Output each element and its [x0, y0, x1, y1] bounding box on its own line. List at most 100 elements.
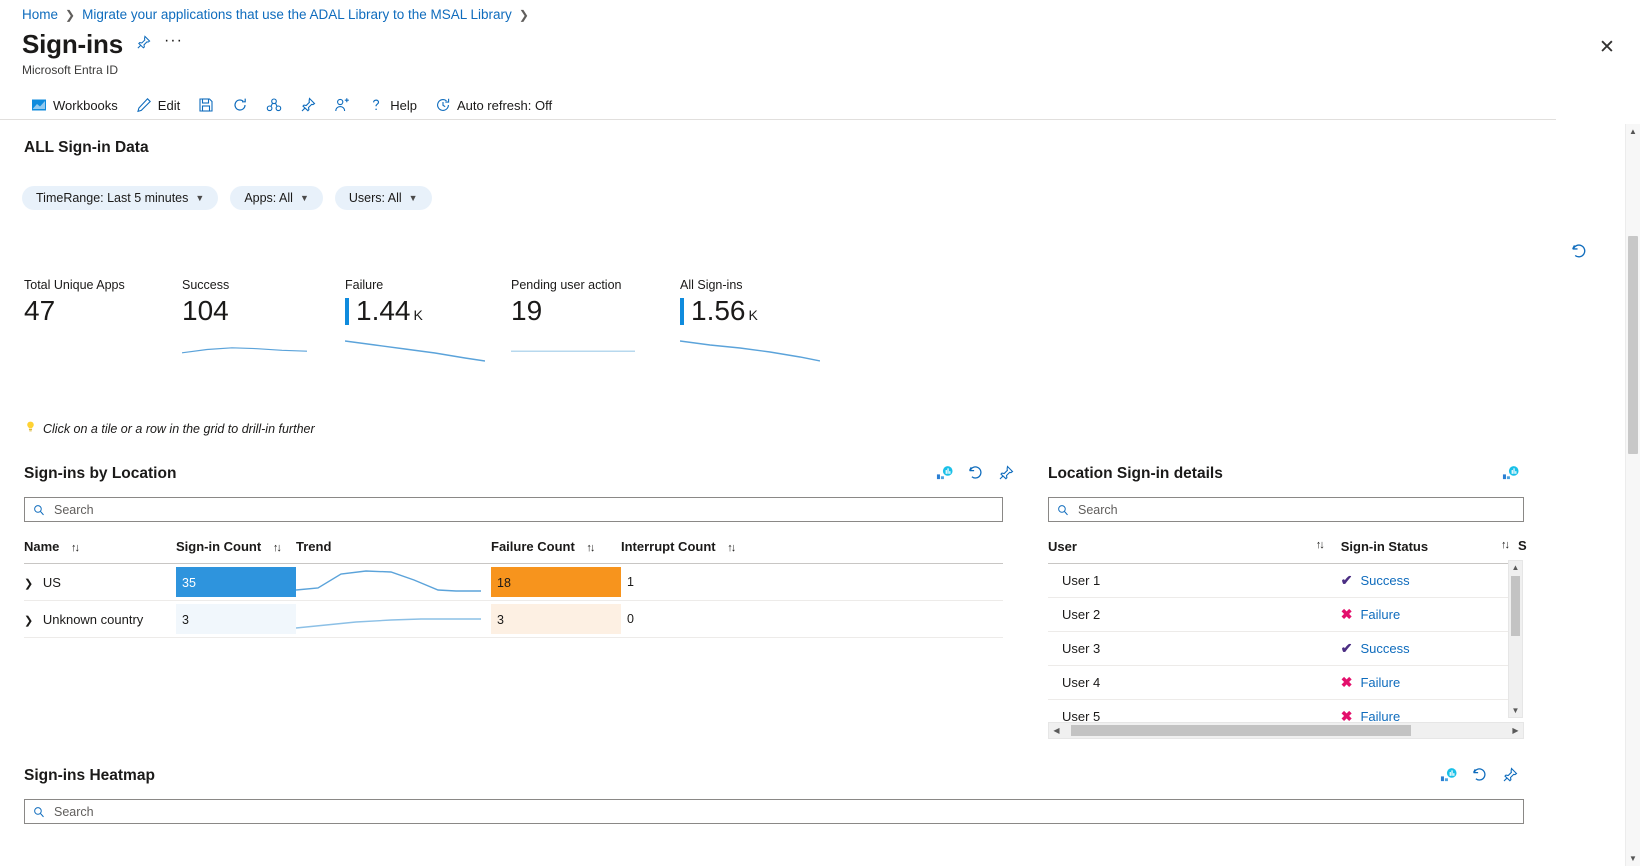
heatmap-search-box[interactable] [24, 799, 1524, 824]
details-vertical-scrollbar[interactable]: ▲ ▼ [1508, 560, 1523, 718]
expand-icon[interactable]: ❯ [24, 577, 33, 590]
sort-icon[interactable]: ↑↓ [71, 542, 80, 554]
command-bar: Workbooks Edit Help Auto refresh: Off [22, 90, 1628, 120]
metric-tile-success[interactable]: Success 104 [182, 278, 345, 354]
col-user[interactable]: User ↑↓ [1048, 531, 1341, 564]
page-vertical-scrollbar[interactable]: ▲ ▼ [1625, 124, 1640, 866]
check-icon: ✔ [1340, 640, 1353, 656]
scroll-down-arrow-icon[interactable]: ▼ [1509, 704, 1522, 717]
status-label[interactable]: Failure [1360, 675, 1400, 690]
col-signin-count[interactable]: Sign-in Count ↑↓ [176, 531, 296, 564]
details-grid-header: User ↑↓ Sign-in Status ↑↓ [1048, 531, 1510, 564]
chart-icon[interactable] [1502, 464, 1519, 481]
table-row[interactable]: User 3 ✔ Success [1048, 631, 1508, 666]
page-scroll-up-arrow-icon[interactable]: ▲ [1626, 124, 1640, 139]
share-with-user-button[interactable] [325, 93, 359, 117]
metric-value: 104 [182, 295, 229, 326]
metric-tile-failure[interactable]: Failure 1.44 K [345, 278, 511, 362]
scroll-up-arrow-icon[interactable]: ▲ [1509, 561, 1522, 574]
undo-icon[interactable] [1471, 766, 1488, 783]
more-options-button[interactable]: ··· [164, 33, 183, 56]
metric-tile-pending-user-action[interactable]: Pending user action 19 [511, 278, 680, 352]
scroll-left-arrow-icon[interactable]: ◀ [1049, 726, 1064, 735]
details-panel-icons [1502, 464, 1519, 481]
reset-filters-icon[interactable] [1570, 242, 1588, 265]
sort-icon[interactable]: ↑↓ [273, 542, 282, 554]
heatmap-search-input[interactable] [52, 803, 1515, 820]
cell-name[interactable]: ❯ US [24, 563, 176, 601]
col-signin-status[interactable]: Sign-in Status ↑↓ [1340, 531, 1510, 564]
refresh-button[interactable] [223, 93, 257, 117]
page-scroll-thumb[interactable] [1628, 236, 1638, 454]
metric-tile-all-sign-ins[interactable]: All Sign-ins 1.56 K [680, 278, 840, 362]
horizontal-scroll-thumb[interactable] [1071, 725, 1411, 736]
sort-icon[interactable]: ↑↓ [1501, 539, 1510, 551]
sign-ins-workbook-page: Home ❯ Migrate your applications that us… [0, 0, 1640, 866]
save-button[interactable] [189, 93, 223, 117]
edit-button[interactable]: Edit [127, 93, 189, 117]
chart-icon[interactable] [936, 464, 953, 481]
help-label: Help [390, 97, 417, 113]
help-button[interactable]: Help [359, 93, 426, 117]
details-search-box[interactable] [1048, 497, 1524, 522]
sort-icon[interactable]: ↑↓ [586, 542, 595, 554]
users-filter[interactable]: Users: All ▼ [334, 186, 432, 210]
col-name[interactable]: Name ↑↓ [24, 531, 176, 564]
pin-icon[interactable] [136, 35, 151, 54]
cell-name[interactable]: ❯ Unknown country [24, 600, 176, 638]
pin-icon[interactable] [998, 464, 1014, 481]
trend-sparkline [295, 618, 481, 629]
col-signin-count-label: Sign-in Count [176, 539, 262, 554]
page-title-row: Sign-ins ··· [22, 29, 183, 60]
pin-button[interactable] [291, 93, 325, 117]
sort-icon[interactable]: ↑↓ [727, 542, 736, 554]
location-search-box[interactable] [24, 497, 1003, 522]
breadcrumb-separator-icon: ❯ [65, 7, 76, 22]
col-failure-count[interactable]: Failure Count ↑↓ [491, 531, 621, 564]
details-horizontal-scrollbar[interactable]: ◀ ▶ [1048, 722, 1524, 739]
breadcrumb-current[interactable]: Migrate your applications that use the A… [82, 7, 512, 22]
expand-icon[interactable]: ❯ [24, 614, 33, 627]
col-user-label: User [1048, 539, 1077, 554]
col-interrupt-count[interactable]: Interrupt Count ↑↓ [621, 531, 1003, 564]
cell-user: User 3 [1048, 631, 1341, 666]
apps-filter[interactable]: Apps: All ▼ [230, 186, 323, 210]
table-row[interactable]: User 1 ✔ Success [1048, 563, 1508, 598]
sparkline-failure [345, 340, 485, 362]
table-row[interactable]: ❯ Unknown country 3 3 0 [24, 600, 1003, 638]
undo-icon[interactable] [967, 464, 984, 481]
search-icon [1057, 504, 1069, 516]
breadcrumb-home[interactable]: Home [22, 7, 58, 22]
cell-trend [295, 600, 491, 638]
metric-value: 1.44 [356, 295, 411, 326]
sort-icon[interactable]: ↑↓ [1316, 539, 1325, 551]
time-range-filter[interactable]: TimeRange: Last 5 minutes ▼ [22, 186, 219, 210]
cell-signin-status: ✔ Success [1340, 563, 1508, 598]
share-button[interactable] [257, 93, 291, 117]
chart-icon[interactable] [1440, 766, 1457, 783]
status-label[interactable]: Success [1360, 573, 1409, 588]
status-label[interactable]: Success [1360, 641, 1409, 656]
auto-refresh-button[interactable]: Auto refresh: Off [426, 93, 561, 117]
page-scroll-down-arrow-icon[interactable]: ▼ [1626, 851, 1640, 866]
table-row[interactable]: User 2 ✖ Failure [1048, 597, 1508, 632]
cell-user: User 2 [1048, 597, 1341, 632]
table-row[interactable]: User 4 ✖ Failure [1048, 665, 1508, 700]
details-search-input[interactable] [1076, 501, 1515, 518]
pin-icon[interactable] [1502, 766, 1518, 783]
table-row[interactable]: ❯ US 35 18 1 [24, 563, 1003, 601]
close-icon[interactable]: ✕ [1596, 37, 1618, 59]
status-label[interactable]: Failure [1360, 607, 1400, 622]
drill-in-hint: Click on a tile or a row in the grid to … [24, 420, 315, 437]
metric-label: Pending user action [511, 278, 622, 292]
metric-value: 1.56 [691, 295, 746, 326]
clock-icon [435, 97, 451, 113]
section-title: ALL Sign-in Data [24, 139, 149, 156]
workbooks-button[interactable]: Workbooks [22, 93, 127, 117]
location-search-input[interactable] [52, 501, 994, 518]
cell-interrupt-count: 0 [621, 600, 1003, 638]
vertical-scroll-thumb[interactable] [1511, 576, 1520, 636]
scroll-right-arrow-icon[interactable]: ▶ [1508, 726, 1523, 735]
metric-tile-total-unique-apps[interactable]: Total Unique Apps 47 [24, 278, 182, 325]
breadcrumb-separator-icon-2: ❯ [518, 7, 529, 22]
